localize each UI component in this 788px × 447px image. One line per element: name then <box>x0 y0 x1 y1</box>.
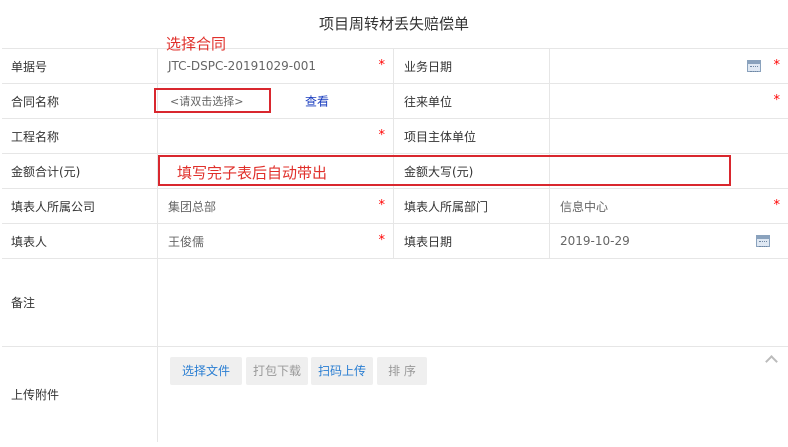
page-title: 项目周转材丢失赔偿单 <box>318 15 469 33</box>
remarks-label: 备注 <box>2 259 158 346</box>
contract-highlight-box <box>154 88 271 113</box>
scan-upload-button[interactable]: 扫码上传 <box>311 357 373 385</box>
filler-company-label: 填表人所属公司 <box>2 189 158 223</box>
view-contract-link[interactable]: 查看 <box>305 93 329 110</box>
form-row-project: 工程名称 * 项目主体单位 <box>2 119 788 154</box>
filler-company-field[interactable]: 集团总部 * <box>158 189 394 223</box>
remarks-textarea[interactable] <box>158 259 788 346</box>
form-row-company: 填表人所属公司 集团总部 * 填表人所属部门 信息中心 * <box>2 189 788 224</box>
filler-department-label: 填表人所属部门 <box>394 189 550 223</box>
contract-name-label: 合同名称 <box>2 84 158 118</box>
required-mark: * <box>378 57 386 73</box>
compensation-form: 单据号 JTC-DSPC-20191029-001 * 业务日期 * 合同名称 … <box>2 48 788 442</box>
calendar-icon[interactable] <box>756 235 770 247</box>
calendar-icon[interactable] <box>747 60 761 72</box>
select-file-button[interactable]: 选择文件 <box>170 357 242 385</box>
form-row-remarks: 备注 <box>2 259 788 347</box>
doc-number-field[interactable]: JTC-DSPC-20191029-001 * <box>158 49 394 83</box>
filler-label: 填表人 <box>2 224 158 258</box>
project-name-field[interactable]: * <box>158 119 394 153</box>
required-mark: * <box>773 57 781 73</box>
business-date-label: 业务日期 <box>394 49 550 83</box>
fill-date-label: 填表日期 <box>394 224 550 258</box>
filler-field[interactable]: 王俊儒 * <box>158 224 394 258</box>
fill-date-value: 2019-10-29 <box>560 234 630 248</box>
business-date-field[interactable]: * <box>550 49 788 83</box>
filler-value: 王俊儒 <box>168 234 205 249</box>
select-contract-annotation: 选择合同 <box>166 35 227 53</box>
project-entity-field[interactable] <box>550 119 788 153</box>
sort-button[interactable]: 排 序 <box>377 357 427 385</box>
attachments-label: 上传附件 <box>2 347 158 442</box>
form-row-contract: 合同名称 <请双击选择> 查看 往来单位 * <box>2 84 788 119</box>
project-entity-label: 项目主体单位 <box>394 119 550 153</box>
fill-date-field[interactable]: 2019-10-29 <box>550 224 788 258</box>
chevron-up-icon[interactable] <box>765 355 778 368</box>
form-row-doc-number: 单据号 JTC-DSPC-20191029-001 * 业务日期 * <box>2 49 788 84</box>
required-mark: * <box>773 197 781 213</box>
filler-department-value: 信息中心 <box>560 199 609 214</box>
attachments-area: 选择文件 打包下载 扫码上传 排 序 <box>158 347 788 442</box>
required-mark: * <box>378 127 386 143</box>
doc-number-value: JTC-DSPC-20191029-001 <box>168 59 316 73</box>
auto-fill-annotation: 填写完子表后自动带出 <box>177 164 328 182</box>
project-name-label: 工程名称 <box>2 119 158 153</box>
doc-number-label: 单据号 <box>2 49 158 83</box>
amount-total-label: 金额合计(元) <box>2 154 158 188</box>
required-mark: * <box>773 92 781 108</box>
counterparty-label: 往来单位 <box>394 84 550 118</box>
counterparty-field[interactable]: * <box>550 84 788 118</box>
required-mark: * <box>378 232 386 248</box>
pack-download-button[interactable]: 打包下载 <box>246 357 308 385</box>
filler-department-field[interactable]: 信息中心 * <box>550 189 788 223</box>
form-row-attachments: 上传附件 选择文件 打包下载 扫码上传 排 序 <box>2 347 788 442</box>
required-mark: * <box>378 197 386 213</box>
form-row-filler: 填表人 王俊儒 * 填表日期 2019-10-29 <box>2 224 788 259</box>
filler-company-value: 集团总部 <box>168 199 217 214</box>
